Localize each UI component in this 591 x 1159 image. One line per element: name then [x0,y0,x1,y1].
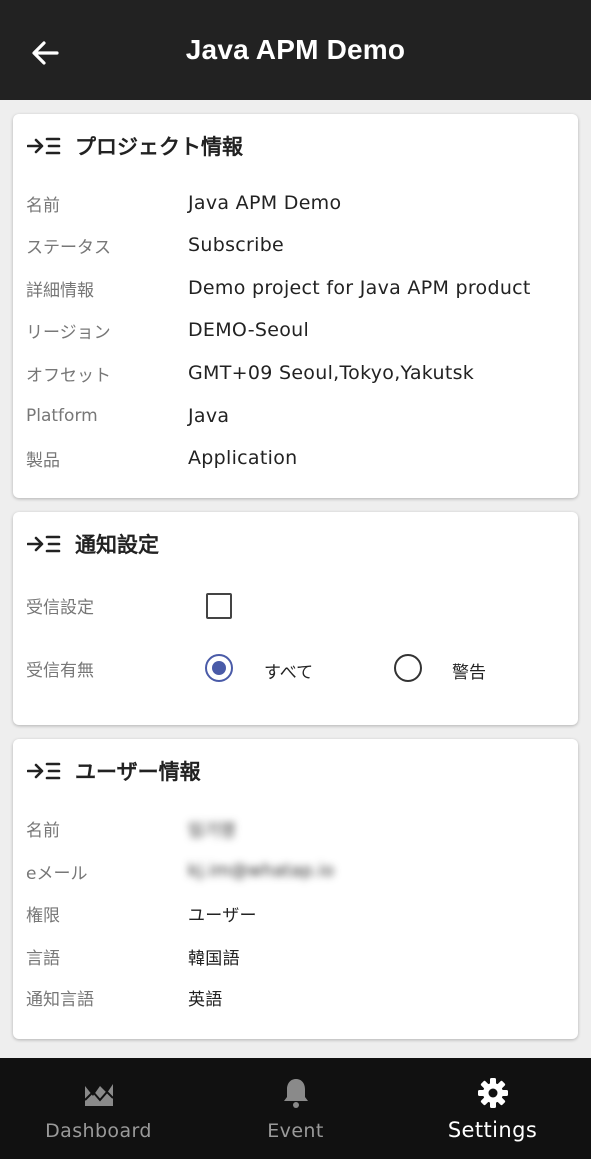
user-row-email: eメール kj.im@whatap.io [26,856,334,886]
info-label: ステータス [26,237,111,258]
tab-label: Event [267,1120,324,1142]
info-label: Platform [26,406,98,426]
info-value: 韓国語 [188,948,240,969]
info-row-product: 製品 Application [26,443,297,473]
radio-warning[interactable] [394,654,422,682]
info-label: 製品 [26,450,60,471]
list-arrow-icon [27,534,61,554]
radio-all[interactable] [205,654,233,682]
info-label: オフセット [26,365,111,386]
info-value: GMT+09 Seoul,Tokyo,Yakutsk [188,362,475,384]
info-row-description: 詳細情報 Demo project for Java APM product [26,273,531,303]
section-title: 通知設定 [75,533,159,557]
user-info-header: ユーザー情報 [27,757,201,785]
info-row-region: リージョン DEMO-Seoul [26,315,309,345]
info-value: Subscribe [188,234,285,256]
info-label: 詳細情報 [26,280,94,301]
tab-label: Dashboard [45,1120,152,1142]
back-button[interactable] [28,36,62,70]
info-value: Application [188,447,298,469]
user-name-value: 임기영 [188,820,236,841]
tab-settings[interactable]: Settings [394,1058,591,1159]
info-value: DEMO-Seoul [188,319,310,341]
info-label: 言語 [26,948,60,969]
info-row-name: 名前 Java APM Demo [26,188,341,218]
tab-label: Settings [447,1118,538,1142]
info-value: Java [188,405,230,427]
info-label: リージョン [26,322,111,343]
project-info-card: プロジェクト情報 名前 Java APM Demo ステータス Subscrib… [13,114,578,498]
info-label: 名前 [26,195,60,216]
dashboard-icon [83,1076,115,1110]
radio-warning-label[interactable]: 警告 [452,658,486,683]
info-value: Demo project for Java APM product [188,277,531,299]
user-row-name: 名前 임기영 [26,813,236,843]
app-bar: Java APM Demo [0,0,591,100]
info-value: Java APM Demo [188,192,342,214]
info-label: 名前 [26,820,60,841]
info-label: eメール [26,863,88,884]
list-arrow-icon [27,136,61,156]
tab-event[interactable]: Event [197,1058,394,1159]
notification-header: 通知設定 [27,530,159,558]
user-row-notify-language: 通知言語 英語 [26,982,223,1012]
gear-icon [477,1076,509,1110]
info-value: ユーザー [188,905,257,926]
info-label: 通知言語 [26,989,94,1010]
user-info-card: ユーザー情報 名前 임기영 eメール kj.im@whatap.io 権限 ユー… [13,739,578,1039]
list-arrow-icon [27,761,61,781]
receive-setting-label: 受信設定 [26,597,94,618]
info-row-platform: Platform Java [26,401,229,431]
info-label: 権限 [26,905,60,926]
info-row-status: ステータス Subscribe [26,230,284,260]
user-row-language: 言語 韓国語 [26,941,240,971]
receive-mode-label: 受信有無 [26,660,94,681]
section-title: プロジェクト情報 [75,135,243,159]
page-title: Java APM Demo [185,34,406,65]
tab-dashboard[interactable]: Dashboard [0,1058,197,1159]
info-value: 英語 [188,989,223,1010]
arrow-left-icon [32,41,59,65]
radio-all-label[interactable]: すべて [264,658,313,683]
bell-icon [282,1076,310,1110]
user-row-role: 権限 ユーザー [26,898,257,928]
notification-settings-card: 通知設定 受信設定 受信有無 すべて 警告 [13,512,578,725]
section-title: ユーザー情報 [75,760,201,784]
receive-setting-checkbox[interactable] [206,593,232,619]
user-email-value: kj.im@whatap.io [188,861,335,881]
project-info-header: プロジェクト情報 [27,132,243,160]
receive-mode-row: 受信有無 [26,653,188,683]
bottom-navigation: Dashboard Event Settings [0,1058,591,1159]
info-row-offset: オフセット GMT+09 Seoul,Tokyo,Yakutsk [26,358,474,388]
receive-setting-row: 受信設定 [26,590,188,620]
